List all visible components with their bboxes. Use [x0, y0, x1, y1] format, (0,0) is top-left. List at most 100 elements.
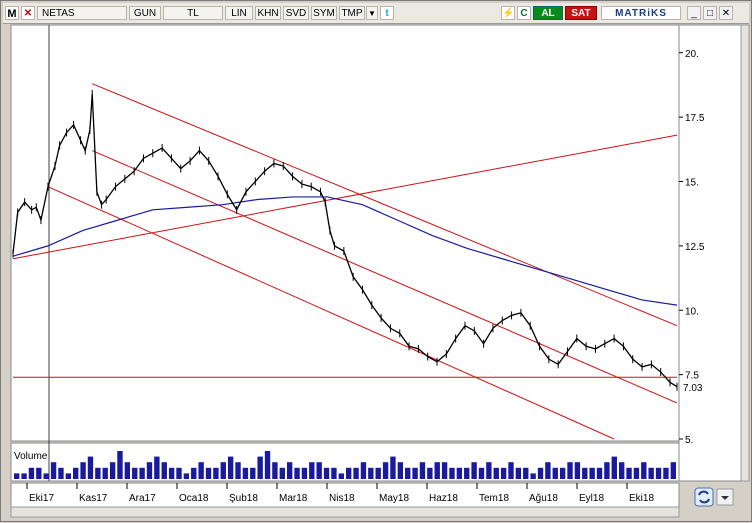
volume-bar-62: [471, 462, 477, 479]
x-tick-label-6: Nis18: [329, 493, 355, 504]
volume-bar-44: [338, 473, 344, 479]
volume-bar-30: [235, 462, 241, 479]
last-price-label: 7.03: [683, 383, 703, 394]
volume-bar-21: [168, 467, 175, 479]
volume-bar-9: [80, 462, 86, 479]
x-tick-label-2: Ara17: [129, 493, 156, 504]
volume-bar-69: [523, 467, 529, 479]
x-tick-label-8: Haz18: [429, 493, 458, 504]
volume-bar-33: [257, 456, 263, 479]
volume-bar-28: [220, 462, 226, 479]
volume-bar-76: [574, 462, 581, 479]
volume-bar-77: [582, 467, 588, 479]
x-tick-label-5: Mar18: [279, 493, 308, 504]
volume-bar-35: [272, 462, 278, 479]
volume-bar-78: [589, 467, 595, 479]
volume-bar-64: [486, 462, 492, 479]
volume-bar-6: [58, 467, 64, 479]
settings-dropdown-icon[interactable]: [716, 488, 734, 506]
volume-bar-53: [405, 467, 411, 479]
volume-bar-70: [530, 473, 536, 479]
volume-bar-66: [500, 467, 507, 479]
chart-window: M ✕ NETAS GUN TL LIN KHN SVD SYM TMP ▼ t…: [0, 0, 752, 522]
volume-bar-26: [205, 467, 212, 479]
volume-bar-43: [331, 467, 337, 479]
volume-bar-56: [427, 467, 433, 479]
volume-bar-38: [294, 467, 300, 479]
volume-bar-86: [648, 467, 654, 479]
volume-bar-84: [633, 467, 640, 479]
volume-bar-52: [397, 462, 404, 479]
volume-bar-65: [493, 467, 499, 479]
volume-bar-89: [670, 462, 676, 479]
volume-bar-2: [28, 467, 35, 479]
volume-bar-74: [559, 467, 566, 479]
volume-bar-88: [663, 467, 669, 479]
volume-bar-75: [567, 462, 573, 479]
volume-bar-14: [117, 451, 123, 479]
volume-bar-4: [43, 473, 49, 479]
volume-bar-31: [242, 467, 249, 479]
volume-bar-17: [139, 467, 145, 479]
x-tick-label-1: Kas17: [79, 493, 108, 504]
volume-bar-73: [552, 467, 558, 479]
volume-bar-50: [382, 462, 389, 479]
volume-bar-67: [508, 462, 514, 479]
volume-bar-24: [191, 467, 197, 479]
x-tick-label-7: May18: [379, 493, 409, 504]
volume-bar-27: [213, 467, 219, 479]
volume-bar-39: [301, 467, 308, 479]
volume-bar-7: [65, 473, 72, 479]
volume-bar-72: [545, 462, 551, 479]
volume-bar-45: [346, 467, 352, 479]
refresh-icon[interactable]: [694, 487, 714, 507]
volume-bar-59: [449, 467, 455, 479]
volume-bar-8: [73, 467, 79, 479]
volume-bar-61: [464, 467, 470, 479]
volume-bar-22: [176, 467, 182, 479]
y-tick-label-0: 20.: [685, 49, 699, 60]
x-tick-label-4: Şub18: [229, 493, 258, 504]
volume-bar-48: [368, 467, 374, 479]
volume-bar-29: [227, 456, 234, 479]
volume-bar-46: [353, 467, 359, 479]
volume-bar-63: [478, 467, 485, 479]
x-tick-label-9: Tem18: [479, 493, 509, 504]
y-tick-label-2: 15.: [685, 178, 699, 189]
volume-bar-41: [316, 462, 322, 479]
volume-bar-68: [515, 467, 522, 479]
y-axis-panel: [678, 24, 742, 482]
volume-bar-16: [132, 467, 138, 479]
volume-bar-12: [102, 467, 108, 479]
x-tick-label-11: Eyl18: [579, 493, 604, 504]
volume-label: Volume: [14, 451, 48, 462]
volume-bar-80: [604, 462, 610, 479]
price-panel: [10, 24, 680, 442]
volume-bar-81: [611, 456, 617, 479]
volume-bar-87: [655, 467, 662, 479]
volume-bar-54: [412, 467, 418, 479]
x-tick-label-12: Eki18: [629, 493, 654, 504]
horizontal-scrollbar[interactable]: [10, 506, 680, 518]
volume-bar-85: [641, 462, 647, 479]
volume-bar-60: [456, 467, 463, 479]
volume-bar-18: [146, 462, 153, 479]
volume-bar-71: [537, 467, 544, 479]
volume-bar-13: [109, 462, 116, 479]
volume-bar-0: [14, 473, 20, 479]
volume-bar-82: [618, 462, 625, 479]
volume-bar-42: [323, 467, 330, 479]
volume-bar-5: [50, 462, 57, 479]
vertical-scrollbar[interactable]: [740, 24, 750, 482]
volume-bar-11: [95, 467, 101, 479]
y-tick-label-3: 12.5: [685, 242, 705, 253]
volume-bar-57: [434, 462, 440, 479]
volume-bar-25: [198, 462, 204, 479]
volume-bar-19: [154, 456, 160, 479]
volume-bar-34: [264, 451, 271, 479]
volume-bar-55: [419, 462, 426, 479]
volume-bar-32: [250, 467, 256, 479]
volume-bar-1: [21, 473, 27, 479]
x-tick-label-0: Eki17: [29, 493, 54, 504]
volume-bar-49: [375, 467, 381, 479]
